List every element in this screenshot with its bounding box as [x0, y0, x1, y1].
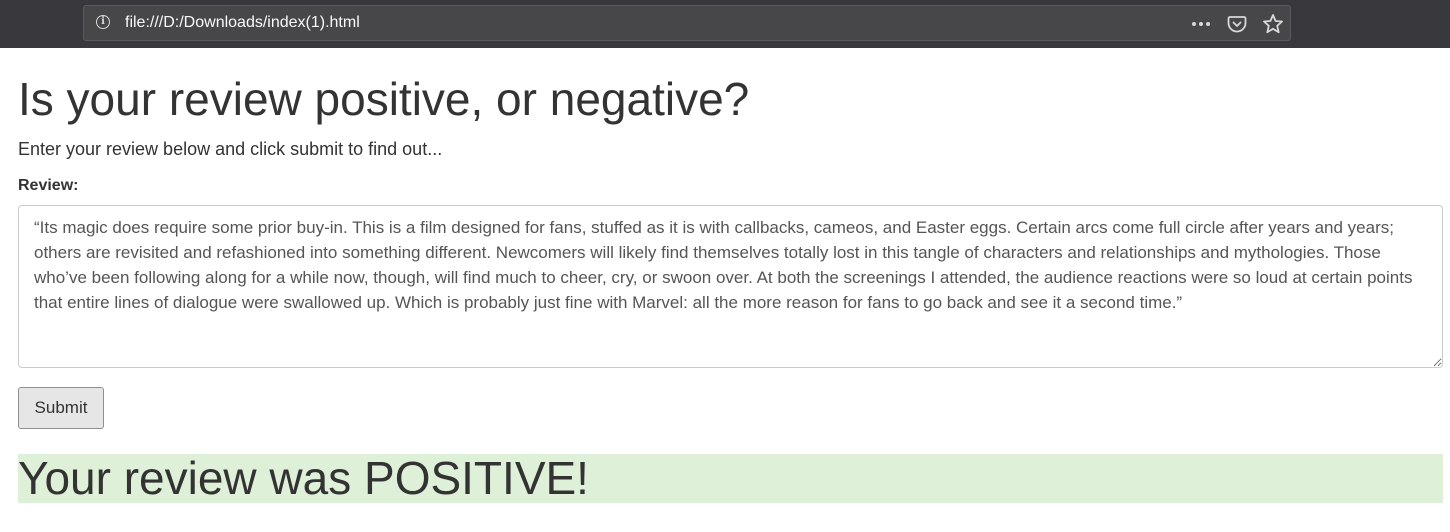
url-text[interactable]: file:///D:/Downloads/index(1).html [125, 14, 360, 32]
submit-button[interactable]: Submit [18, 387, 104, 429]
address-bar[interactable]: i file:///D:/Downloads/index(1).html [83, 5, 1291, 41]
result-text: Your review was POSITIVE! [18, 452, 589, 504]
page-title: Is your review positive, or negative? [18, 73, 750, 125]
pocket-icon[interactable] [1226, 13, 1248, 35]
browser-toolbar: i file:///D:/Downloads/index(1).html [0, 0, 1450, 48]
info-icon[interactable]: i [96, 15, 110, 29]
address-bar-actions [1190, 10, 1284, 38]
bookmark-star-icon[interactable] [1262, 13, 1284, 35]
result-banner: Your review was POSITIVE! [18, 454, 1443, 503]
review-label: Review: [18, 177, 79, 194]
more-icon[interactable] [1190, 13, 1212, 35]
page-subtitle: Enter your review below and click submit… [18, 139, 443, 159]
review-textarea[interactable]: “Its magic does require some prior buy-i… [18, 205, 1443, 368]
